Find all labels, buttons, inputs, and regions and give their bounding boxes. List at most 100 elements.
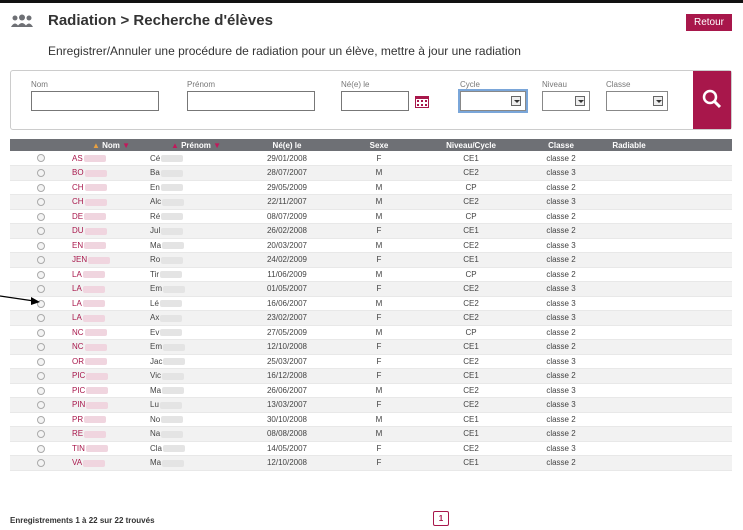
- row-select[interactable]: [10, 354, 72, 369]
- radio-button[interactable]: [37, 212, 45, 221]
- back-button[interactable]: Retour: [686, 14, 732, 31]
- row-select[interactable]: [10, 165, 72, 181]
- row-select[interactable]: [10, 412, 72, 427]
- cell-sexe: F: [332, 354, 426, 369]
- row-select[interactable]: [10, 151, 72, 166]
- radio-button[interactable]: [37, 444, 45, 453]
- cell-prenom: Alc: [150, 194, 242, 210]
- radio-button[interactable]: [37, 415, 45, 424]
- row-select[interactable]: [10, 310, 72, 326]
- cell-classe: classe 2: [516, 223, 606, 239]
- radio-button[interactable]: [37, 270, 45, 279]
- radio-button[interactable]: [37, 386, 45, 395]
- prenom-input[interactable]: [187, 91, 315, 111]
- table-row[interactable]: PIC Ma 26/06/2007 M CE2 classe 3: [10, 383, 732, 398]
- table-row[interactable]: DU Jul 26/02/2008 F CE1 classe 2: [10, 223, 732, 239]
- cell-niveau: CP: [426, 325, 516, 340]
- chevron-down-icon: [511, 96, 521, 106]
- row-select[interactable]: [10, 441, 72, 456]
- table-row[interactable]: RE Na 08/08/2008 M CE1 classe 2: [10, 426, 732, 442]
- search-button[interactable]: [693, 71, 731, 129]
- row-select[interactable]: [10, 455, 72, 471]
- row-select[interactable]: [10, 238, 72, 253]
- radio-button[interactable]: [37, 198, 45, 207]
- radio-button[interactable]: [37, 227, 45, 236]
- radio-button[interactable]: [37, 314, 45, 323]
- table-row[interactable]: LA Ax 23/02/2007 F CE2 classe 3: [10, 310, 732, 326]
- redacted-text: [162, 198, 185, 206]
- cell-classe: classe 2: [516, 455, 606, 471]
- table-row[interactable]: DE Ré 08/07/2009 M CP classe 2: [10, 209, 732, 224]
- table-row[interactable]: TIN Cla 14/05/2007 F CE2 classe 3: [10, 441, 732, 456]
- row-select[interactable]: [10, 426, 72, 442]
- table-row[interactable]: LA Lé 16/06/2007 M CE2 classe 3: [10, 296, 732, 311]
- calendar-icon[interactable]: [415, 95, 429, 108]
- radio-button[interactable]: [37, 154, 45, 163]
- column-header-prenom[interactable]: ▲ Prénom ▼: [150, 139, 242, 151]
- radio-button[interactable]: [37, 256, 45, 265]
- table-row[interactable]: BO Ba 28/07/2007 M CE2 classe 3: [10, 165, 732, 181]
- radio-button[interactable]: [37, 328, 45, 337]
- table-row[interactable]: PIN Lu 13/03/2007 F CE2 classe 3: [10, 397, 732, 413]
- cell-niveau: CE2: [426, 397, 516, 413]
- row-select[interactable]: [10, 397, 72, 413]
- cell-dob: 27/05/2009: [242, 325, 332, 340]
- cell-radiable: [606, 310, 652, 326]
- redacted-text: [86, 401, 109, 409]
- column-header-classe: Classe: [516, 139, 606, 151]
- row-select[interactable]: [10, 339, 72, 355]
- radio-button[interactable]: [37, 459, 45, 468]
- table-row[interactable]: JEN Ro 24/02/2009 F CE1 classe 2: [10, 252, 732, 268]
- cell-sexe: M: [332, 194, 426, 210]
- table-row[interactable]: NC Em 12/10/2008 F CE1 classe 2: [10, 339, 732, 355]
- radio-button[interactable]: [37, 183, 45, 192]
- row-select[interactable]: [10, 180, 72, 195]
- radio-button[interactable]: [37, 430, 45, 439]
- row-select[interactable]: [10, 252, 72, 268]
- pagination-page-1[interactable]: 1: [433, 511, 449, 526]
- radio-button[interactable]: [37, 169, 45, 178]
- row-select[interactable]: [10, 209, 72, 224]
- radio-button[interactable]: [37, 357, 45, 366]
- sort-up-icon[interactable]: ▲: [171, 141, 179, 150]
- cell-radiable: [606, 252, 652, 268]
- table-row[interactable]: LA Em 01/05/2007 F CE2 classe 3: [10, 281, 732, 297]
- radio-button[interactable]: [37, 241, 45, 250]
- cell-extra: [652, 368, 732, 384]
- row-select[interactable]: [10, 267, 72, 282]
- dob-input[interactable]: [341, 91, 409, 111]
- radio-button[interactable]: [37, 372, 45, 381]
- cell-extra: [652, 296, 732, 311]
- table-row[interactable]: LA Tir 11/06/2009 M CP classe 2: [10, 267, 732, 282]
- table-row[interactable]: PIC Vic 16/12/2008 F CE1 classe 2: [10, 368, 732, 384]
- cycle-label: Cycle: [460, 80, 481, 89]
- cell-radiable: [606, 267, 652, 282]
- niveau-select[interactable]: [542, 91, 590, 111]
- table-row[interactable]: AS Cé 29/01/2008 F CE1 classe 2: [10, 151, 732, 166]
- redacted-text: [160, 184, 183, 192]
- table-row[interactable]: OR Jac 25/03/2007 F CE2 classe 3: [10, 354, 732, 369]
- column-header-nom[interactable]: ▲ Nom ▼: [72, 139, 150, 151]
- row-select[interactable]: [10, 325, 72, 340]
- radio-button[interactable]: [37, 401, 45, 410]
- table-row[interactable]: NC Ev 27/05/2009 M CP classe 2: [10, 325, 732, 340]
- table-row[interactable]: CH En 29/05/2009 M CP classe 2: [10, 180, 732, 195]
- cycle-select[interactable]: [458, 89, 528, 113]
- radio-button[interactable]: [37, 343, 45, 352]
- table-row[interactable]: VA Ma 12/10/2008 F CE1 classe 2: [10, 455, 732, 471]
- sort-down-icon[interactable]: ▼: [213, 141, 221, 150]
- sort-down-icon[interactable]: ▼: [122, 141, 130, 150]
- table-row[interactable]: PR No 30/10/2008 M CE1 classe 2: [10, 412, 732, 427]
- row-select[interactable]: [10, 194, 72, 210]
- nom-input[interactable]: [31, 91, 159, 111]
- table-row[interactable]: EN Ma 20/03/2007 M CE2 classe 3: [10, 238, 732, 253]
- row-select[interactable]: [10, 383, 72, 398]
- sort-up-icon[interactable]: ▲: [92, 141, 100, 150]
- cell-sexe: F: [332, 441, 426, 456]
- row-select[interactable]: [10, 368, 72, 384]
- cell-classe: classe 2: [516, 339, 606, 355]
- classe-select[interactable]: [606, 91, 668, 111]
- cell-sexe: F: [332, 368, 426, 384]
- row-select[interactable]: [10, 223, 72, 239]
- table-row[interactable]: CH Alc 22/11/2007 M CE2 classe 3: [10, 194, 732, 210]
